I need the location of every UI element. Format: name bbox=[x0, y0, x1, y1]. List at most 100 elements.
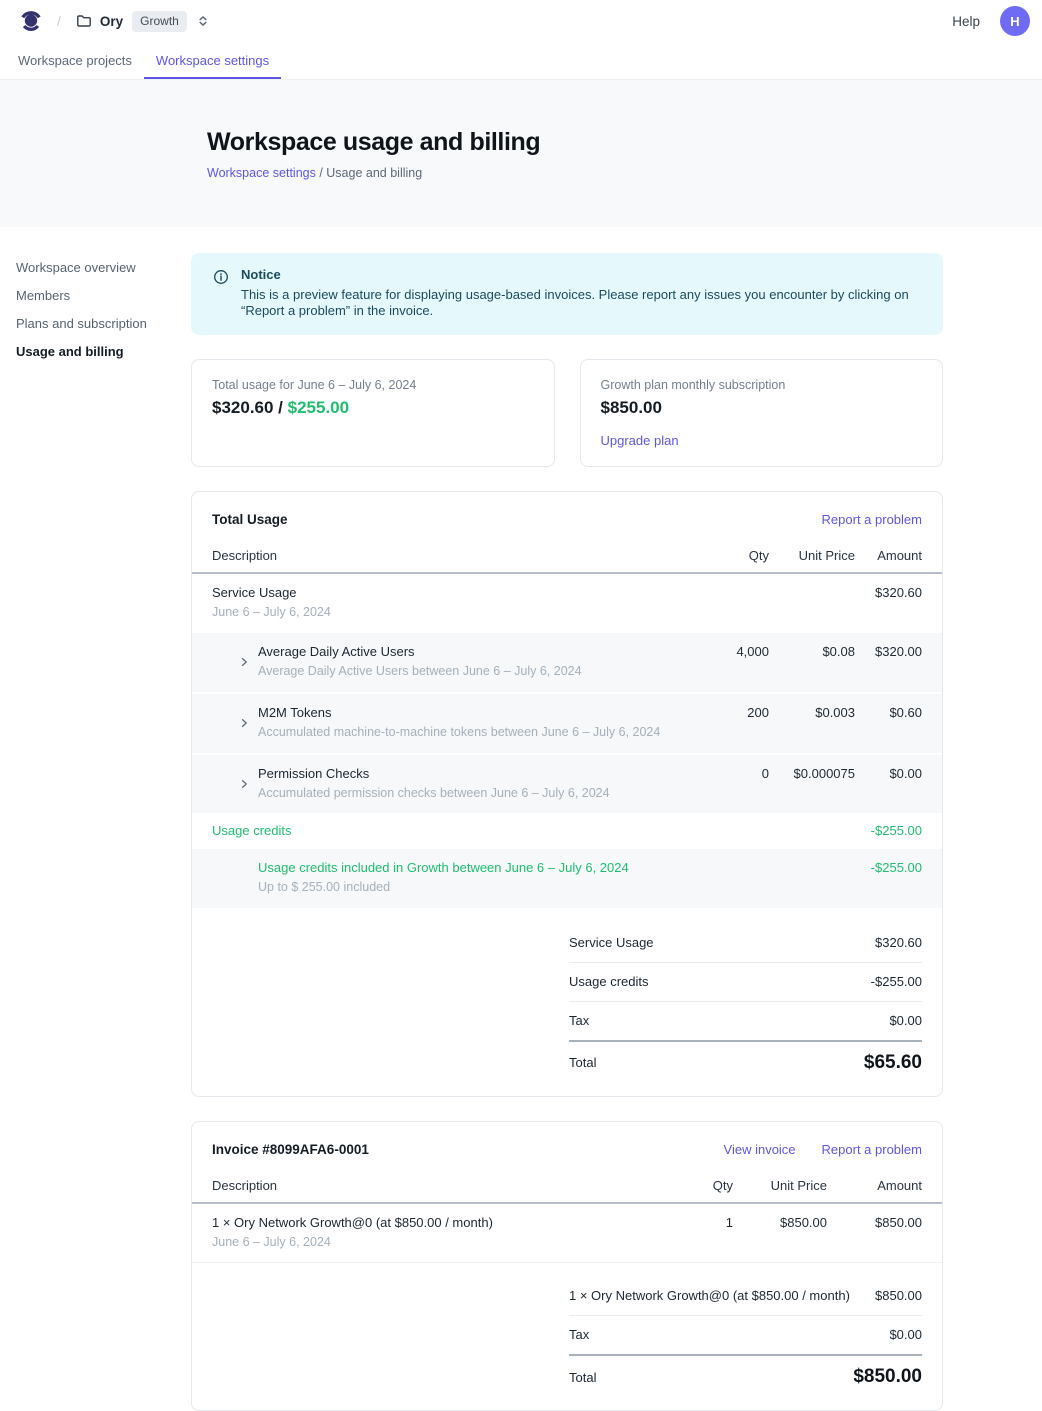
row-title: Service Usage bbox=[212, 585, 677, 601]
invoice-summary: 1 × Ory Network Growth@0 (at $850.00 / m… bbox=[569, 1277, 922, 1390]
settings-sidebar: Workspace overviewMembersPlans and subsc… bbox=[0, 227, 191, 365]
top-bar: / Ory Growth Help H bbox=[0, 0, 1042, 42]
row-amount: -$255.00 bbox=[855, 860, 922, 875]
help-link[interactable]: Help bbox=[952, 14, 980, 29]
row-qty: 4,000 bbox=[677, 644, 769, 659]
summary-value: $0.00 bbox=[889, 1013, 922, 1028]
chevron-right-icon[interactable] bbox=[238, 705, 252, 741]
usage-table-row: M2M Tokens Accumulated machine-to-machine… bbox=[192, 694, 942, 755]
summary-label: 1 × Ory Network Growth@0 (at $850.00 / m… bbox=[569, 1288, 850, 1303]
plan-subscription-label: Growth plan monthly subscription bbox=[601, 378, 923, 392]
row-text: Usage credits bbox=[212, 823, 677, 839]
row-text: M2M Tokens Accumulated machine-to-machine… bbox=[258, 705, 660, 741]
invoice-summary-row: Tax $0.00 bbox=[569, 1316, 922, 1354]
invoice-title: Invoice #8099AFA6-0001 bbox=[212, 1142, 369, 1157]
usage-table-row: Usage credits included in Growth between… bbox=[192, 849, 942, 910]
row-title: 1 × Ory Network Growth@0 (at $850.00 / m… bbox=[212, 1215, 640, 1231]
workspace-tabs: Workspace projectsWorkspace settings bbox=[0, 42, 1042, 80]
ory-logo-icon[interactable] bbox=[18, 8, 44, 34]
plan-subscription-card: Growth plan monthly subscription $850.00… bbox=[580, 359, 944, 467]
row-title: Permission Checks bbox=[258, 766, 610, 782]
report-problem-link[interactable]: Report a problem bbox=[822, 1142, 922, 1157]
usage-summary-row: Usage credits -$255.00 bbox=[569, 963, 922, 1002]
breadcrumb-separator: / bbox=[57, 13, 61, 29]
row-qty: 200 bbox=[677, 705, 769, 720]
row-title: M2M Tokens bbox=[258, 705, 660, 721]
notice-title: Notice bbox=[241, 267, 927, 282]
usage-card-title: Total Usage bbox=[212, 512, 288, 527]
row-title: Usage credits bbox=[212, 823, 677, 839]
plan-subscription-value: $850.00 bbox=[601, 398, 923, 418]
usage-table-row: Permission ChecksAccumulated permission … bbox=[192, 755, 942, 816]
page-header-band: Workspace usage and billing Workspace se… bbox=[0, 80, 1042, 227]
usage-total-row: Total $65.60 bbox=[569, 1040, 922, 1076]
summary-label: Usage credits bbox=[569, 974, 648, 989]
row-subtitle: Up to $ 255.00 included bbox=[258, 880, 677, 896]
invoice-card: Invoice #8099AFA6-0001 View invoice Repo… bbox=[191, 1121, 943, 1411]
report-problem-link[interactable]: Report a problem bbox=[822, 512, 922, 527]
summary-label: Tax bbox=[569, 1327, 589, 1342]
row-subtitle: June 6 – July 6, 2024 bbox=[212, 605, 677, 621]
summary-cards: Total usage for June 6 – July 6, 2024 $3… bbox=[191, 359, 943, 467]
row-amount: $850.00 bbox=[827, 1215, 922, 1230]
row-unit-price: $850.00 bbox=[733, 1215, 827, 1230]
row-text: Permission ChecksAccumulated permission … bbox=[258, 766, 610, 802]
usage-summary: Service Usage$320.60 Usage credits -$255.0… bbox=[569, 924, 922, 1076]
row-description: Usage credits bbox=[212, 823, 677, 839]
sidebar-item-workspace-overview[interactable]: Workspace overview bbox=[16, 253, 191, 281]
chevron-right-icon[interactable] bbox=[238, 644, 252, 680]
view-invoice-link[interactable]: View invoice bbox=[724, 1142, 796, 1157]
row-qty: 1 bbox=[640, 1215, 733, 1230]
invoice-table-row: 1 × Ory Network Growth@0 (at $850.00 / m… bbox=[192, 1204, 942, 1264]
row-unit-price: $0.08 bbox=[769, 644, 855, 659]
summary-value: $850.00 bbox=[875, 1288, 922, 1303]
tab-workspace-projects[interactable]: Workspace projects bbox=[6, 42, 144, 79]
row-amount: -$255.00 bbox=[855, 823, 922, 838]
sidebar-item-members[interactable]: Members bbox=[16, 281, 191, 309]
summary-label: Tax bbox=[569, 1013, 589, 1028]
page-title: Workspace usage and billing bbox=[207, 128, 1042, 157]
tab-workspace-settings[interactable]: Workspace settings bbox=[144, 42, 281, 79]
breadcrumb-current: Usage and billing bbox=[326, 166, 422, 180]
row-description: Permission ChecksAccumulated permission … bbox=[212, 766, 677, 802]
total-usage-card: Total usage for June 6 – July 6, 2024 $3… bbox=[191, 359, 555, 467]
row-text: Usage credits included in Growth between… bbox=[258, 860, 677, 896]
sidebar-item-plans-and-subscription[interactable]: Plans and subscription bbox=[16, 309, 191, 337]
workspace-folder-icon bbox=[76, 13, 92, 29]
row-amount: $0.60 bbox=[855, 705, 922, 720]
summary-value: $320.60 bbox=[875, 935, 922, 950]
summary-value: $0.00 bbox=[889, 1327, 922, 1342]
upgrade-plan-link[interactable]: Upgrade plan bbox=[601, 433, 679, 448]
row-text: 1 × Ory Network Growth@0 (at $850.00 / m… bbox=[212, 1215, 640, 1251]
row-description: 1 × Ory Network Growth@0 (at $850.00 / m… bbox=[212, 1215, 640, 1251]
sidebar-item-usage-and-billing[interactable]: Usage and billing bbox=[16, 337, 191, 365]
total-usage-label: Total usage for June 6 – July 6, 2024 bbox=[212, 378, 534, 392]
usage-table-header: Description Qty Unit Price Amount bbox=[192, 535, 942, 574]
breadcrumb-divider: / bbox=[316, 166, 326, 180]
row-subtitle: Accumulated machine-to-machine tokens be… bbox=[258, 725, 660, 741]
user-avatar[interactable]: H bbox=[1000, 6, 1030, 36]
breadcrumb-link[interactable]: Workspace settings bbox=[207, 166, 316, 180]
workspace-name[interactable]: Ory bbox=[100, 14, 123, 29]
row-amount: $0.00 bbox=[855, 766, 922, 781]
chevron-right-icon[interactable] bbox=[238, 766, 252, 802]
row-description: Usage credits included in Growth between… bbox=[212, 860, 677, 896]
row-subtitle: Average Daily Active Users between June … bbox=[258, 664, 582, 680]
workspace-switcher-icon[interactable] bbox=[196, 14, 210, 28]
invoice-summary-row: 1 × Ory Network Growth@0 (at $850.00 / m… bbox=[569, 1277, 922, 1316]
invoice-table-header: Description Qty Unit Price Amount bbox=[192, 1165, 942, 1204]
total-usage-value: $320.60 / $255.00 bbox=[212, 398, 534, 418]
usage-table-row: Usage credits -$255.00 bbox=[192, 815, 942, 848]
row-text: Average Daily Active UsersAverage Daily … bbox=[258, 644, 582, 680]
row-subtitle: June 6 – July 6, 2024 bbox=[212, 1235, 640, 1251]
usage-summary-row: Service Usage$320.60 bbox=[569, 924, 922, 963]
row-amount: $320.00 bbox=[855, 644, 922, 659]
info-icon bbox=[213, 269, 229, 319]
main-content: Notice This is a preview feature for dis… bbox=[191, 227, 943, 1411]
row-title: Usage credits included in Growth between… bbox=[258, 860, 677, 876]
summary-value: -$255.00 bbox=[871, 974, 922, 989]
notice-banner: Notice This is a preview feature for dis… bbox=[191, 253, 943, 335]
row-unit-price: $0.003 bbox=[769, 705, 855, 720]
row-text: Service Usage June 6 – July 6, 2024 bbox=[212, 585, 677, 621]
row-qty: 0 bbox=[677, 766, 769, 781]
